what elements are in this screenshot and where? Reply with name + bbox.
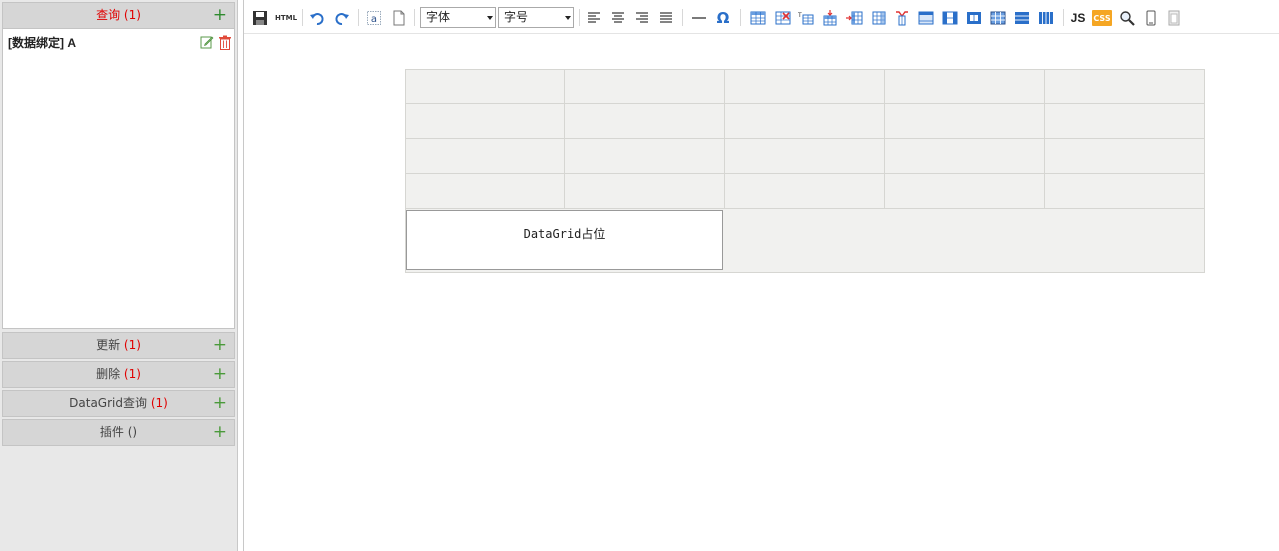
toolbar-separator bbox=[740, 9, 741, 26]
table-cell[interactable] bbox=[725, 69, 885, 104]
plugin-label: 插件 bbox=[99, 425, 124, 439]
accordion-header-query[interactable]: 查询 (1) + bbox=[2, 2, 235, 29]
new-page-icon[interactable] bbox=[390, 9, 408, 27]
delete-count: (1) bbox=[123, 367, 141, 381]
html-source-icon[interactable]: HTML bbox=[275, 9, 297, 27]
table-icon[interactable] bbox=[749, 9, 767, 27]
horizontal-rule-icon[interactable] bbox=[690, 9, 708, 27]
table-cell[interactable] bbox=[725, 174, 885, 209]
font-size-value: 字号 bbox=[504, 10, 529, 24]
merge-cells-icon[interactable] bbox=[917, 9, 935, 27]
datagrid-query-count: (1) bbox=[150, 396, 168, 410]
table-rows-icon[interactable] bbox=[1013, 9, 1031, 27]
accordion-header-update[interactable]: 更新 (1) + bbox=[2, 332, 235, 359]
table-cell[interactable] bbox=[1045, 174, 1205, 209]
table-columns-icon[interactable] bbox=[1037, 9, 1055, 27]
design-table[interactable]: DataGrid占位 bbox=[405, 69, 1205, 273]
table-cell[interactable] bbox=[885, 69, 1045, 104]
table-cell[interactable] bbox=[885, 174, 1045, 209]
add-plugin-icon[interactable]: + bbox=[213, 420, 227, 445]
table-cell[interactable] bbox=[725, 104, 885, 139]
preview-zoom-icon[interactable] bbox=[1118, 9, 1136, 27]
table-grid-icon[interactable] bbox=[989, 9, 1007, 27]
plugin-count: () bbox=[127, 425, 138, 439]
table-cell[interactable] bbox=[405, 174, 565, 209]
table-cell[interactable] bbox=[885, 104, 1045, 139]
add-query-icon[interactable]: + bbox=[213, 3, 227, 28]
table-cell[interactable] bbox=[725, 139, 885, 174]
accordion-header-delete[interactable]: 删除 (1) + bbox=[2, 361, 235, 388]
table-cell[interactable] bbox=[565, 174, 725, 209]
chevron-down-icon bbox=[487, 16, 493, 20]
table-cell[interactable] bbox=[885, 139, 1045, 174]
update-count: (1) bbox=[123, 338, 141, 352]
toolbar-separator bbox=[579, 9, 580, 26]
table-cell[interactable] bbox=[1045, 139, 1205, 174]
insert-column-right-icon[interactable] bbox=[869, 9, 887, 27]
query-label: 查询 bbox=[96, 8, 121, 22]
font-family-select[interactable]: 字体 bbox=[420, 7, 496, 28]
svg-text:a: a bbox=[371, 14, 377, 25]
accordion-header-plugin[interactable]: 插件 () + bbox=[2, 419, 235, 446]
table-cell[interactable] bbox=[405, 69, 565, 104]
undo-icon[interactable] bbox=[308, 9, 326, 27]
svg-text:T: T bbox=[798, 12, 802, 19]
redo-icon[interactable] bbox=[333, 9, 351, 27]
datagrid-query-label: DataGrid查询 bbox=[69, 396, 147, 410]
copy-page-icon[interactable] bbox=[1165, 9, 1183, 27]
align-left-icon[interactable] bbox=[585, 9, 603, 27]
table-properties-icon[interactable]: T bbox=[797, 9, 815, 27]
font-size-select[interactable]: 字号 bbox=[498, 7, 574, 28]
toolbar-separator bbox=[302, 9, 303, 26]
edit-icon[interactable] bbox=[200, 35, 214, 49]
query-list: [数据绑定] A bbox=[2, 29, 235, 329]
toolbar-separator bbox=[414, 9, 415, 26]
update-label: 更新 bbox=[96, 338, 121, 352]
datagrid-placeholder[interactable]: DataGrid占位 bbox=[406, 210, 723, 270]
toolbar-separator bbox=[682, 9, 683, 26]
split-cells-icon[interactable] bbox=[941, 9, 959, 27]
table-cell[interactable] bbox=[405, 104, 565, 139]
insert-row-above-icon[interactable] bbox=[821, 9, 839, 27]
table-frame-icon[interactable] bbox=[965, 9, 983, 27]
add-delete-icon[interactable]: + bbox=[213, 362, 227, 387]
delete-icon[interactable] bbox=[218, 35, 232, 50]
table-cell[interactable] bbox=[1045, 104, 1205, 139]
save-icon[interactable] bbox=[251, 9, 269, 27]
align-center-icon[interactable] bbox=[609, 9, 627, 27]
add-update-icon[interactable]: + bbox=[213, 333, 227, 358]
table-cell[interactable] bbox=[565, 69, 725, 104]
accordion-header-datagrid-query[interactable]: DataGrid查询 (1) + bbox=[2, 390, 235, 417]
editor-area: HTML a 字体 字号 Ω T JS CSS DataGrid占位 bbox=[243, 0, 1279, 551]
toolbar-separator bbox=[1063, 9, 1064, 26]
delete-column-icon[interactable] bbox=[893, 9, 911, 27]
add-datagrid-query-icon[interactable]: + bbox=[213, 391, 227, 416]
anchor-icon[interactable]: a bbox=[365, 9, 383, 27]
toolbar-separator bbox=[358, 9, 359, 26]
table-cell[interactable] bbox=[1045, 69, 1205, 104]
delete-table-icon[interactable] bbox=[774, 9, 792, 27]
chevron-down-icon bbox=[565, 16, 571, 20]
mobile-preview-icon[interactable] bbox=[1142, 9, 1160, 27]
table-cell[interactable] bbox=[565, 104, 725, 139]
table-cell[interactable] bbox=[565, 139, 725, 174]
js-button[interactable]: JS bbox=[1069, 9, 1087, 27]
editor-toolbar: HTML a 字体 字号 Ω T JS CSS bbox=[244, 0, 1279, 34]
align-right-icon[interactable] bbox=[633, 9, 651, 27]
query-item-label[interactable]: [数据绑定] A bbox=[8, 34, 76, 51]
delete-label: 删除 bbox=[96, 367, 121, 381]
left-panel: 查询 (1) + [数据绑定] A 更新 (1) + 删除 (1) + Data… bbox=[0, 0, 238, 551]
css-button[interactable]: CSS bbox=[1092, 10, 1112, 26]
align-justify-icon[interactable] bbox=[657, 9, 675, 27]
font-family-value: 字体 bbox=[426, 10, 451, 24]
insert-column-left-icon[interactable] bbox=[845, 9, 863, 27]
query-count: (1) bbox=[123, 8, 141, 22]
special-char-icon[interactable]: Ω bbox=[714, 9, 732, 27]
table-cell[interactable] bbox=[405, 139, 565, 174]
